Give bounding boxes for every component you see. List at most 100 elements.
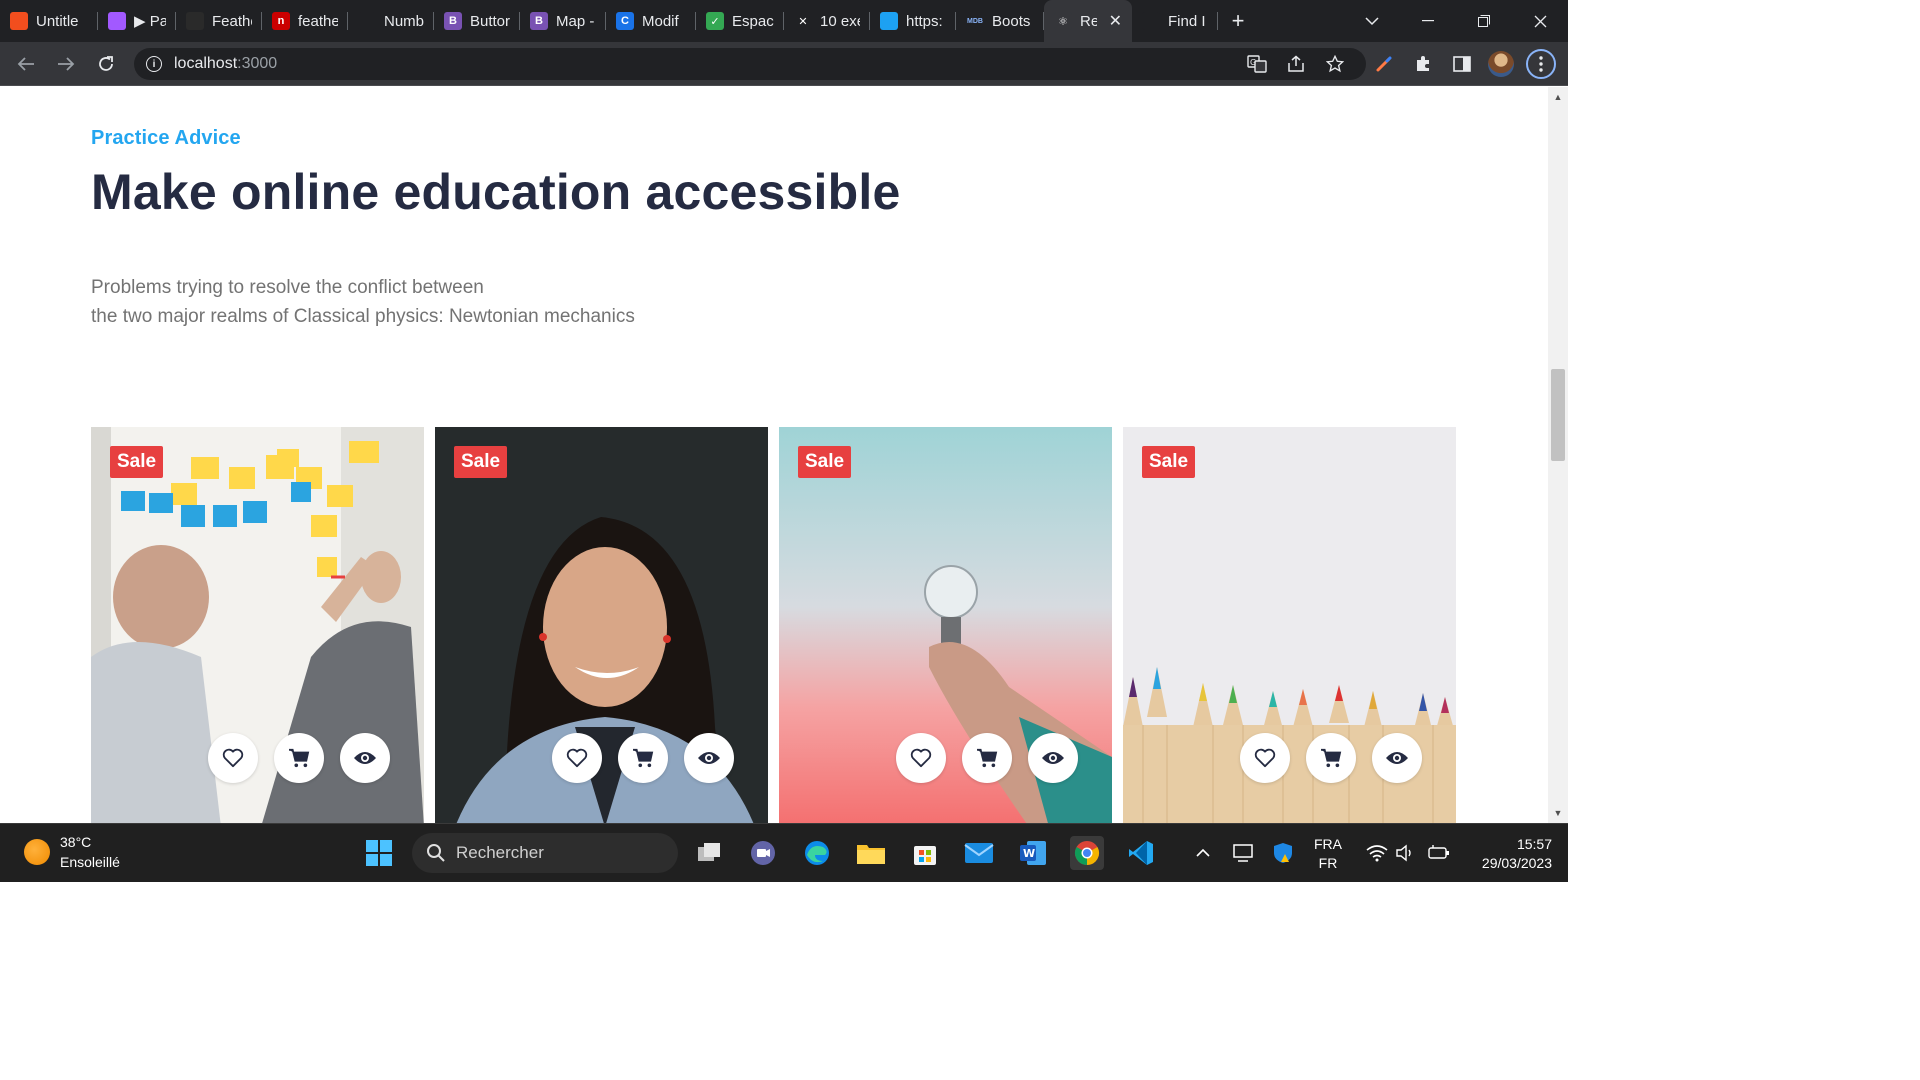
close-window-icon[interactable] — [1524, 0, 1556, 42]
add-to-cart-button[interactable] — [1306, 733, 1356, 783]
browser-tab[interactable]: https: — [870, 0, 956, 42]
quick-view-button[interactable] — [340, 733, 390, 783]
sale-badge: Sale — [798, 446, 852, 478]
browser-tab[interactable]: B Buttor — [434, 0, 520, 42]
forward-arrow-icon[interactable] — [52, 50, 80, 78]
flag-icon — [358, 12, 376, 30]
battery-icon[interactable] — [1422, 836, 1456, 870]
extensions-puzzle-icon[interactable] — [1409, 50, 1437, 78]
volume-icon[interactable] — [1388, 836, 1422, 870]
tab-search-icon[interactable] — [1356, 0, 1388, 42]
tab-title: Buttor — [470, 12, 510, 30]
side-panel-icon[interactable] — [1448, 50, 1476, 78]
minimize-icon[interactable] — [1412, 0, 1444, 42]
scroll-up-arrow-icon[interactable]: ▲ — [1552, 91, 1564, 103]
product-card[interactable]: Sale — [1123, 427, 1456, 823]
scrollbar-thumb[interactable] — [1551, 369, 1565, 461]
clock[interactable]: 15:57 29/03/2023 — [1460, 835, 1552, 873]
card-actions — [896, 733, 1078, 783]
edge-browser-icon[interactable] — [800, 836, 834, 870]
browser-tab[interactable]: Numb — [348, 0, 434, 42]
browser-tab[interactable]: n feathe — [262, 0, 348, 42]
browser-tab[interactable]: ⚛ Re ✕ — [1044, 0, 1132, 42]
browser-tab[interactable]: MDB Boots — [956, 0, 1044, 42]
profile-avatar[interactable] — [1487, 50, 1515, 78]
wishlist-button[interactable] — [1240, 733, 1290, 783]
section-eyebrow: Practice Advice — [91, 127, 241, 149]
browser-tab[interactable]: B Map - — [520, 0, 606, 42]
new-tab-button[interactable]: + — [1218, 0, 1258, 42]
add-to-cart-button[interactable] — [618, 733, 668, 783]
add-to-cart-button[interactable] — [274, 733, 324, 783]
heart-icon — [1254, 748, 1276, 768]
search-placeholder: Rechercher — [456, 843, 544, 862]
svg-text:W: W — [1023, 847, 1035, 860]
browser-menu-icon[interactable] — [1526, 49, 1556, 79]
scroll-down-arrow-icon[interactable]: ▼ — [1552, 807, 1564, 819]
c-icon: C — [616, 12, 634, 30]
url-text[interactable]: localhost:3000 — [174, 55, 277, 73]
chrome-icon[interactable] — [1070, 836, 1104, 870]
address-bar[interactable]: i localhost:3000 — [134, 48, 1366, 80]
cart-icon — [633, 748, 654, 768]
quick-view-button[interactable] — [1372, 733, 1422, 783]
site-info-icon[interactable]: i — [146, 56, 162, 72]
browser-tab[interactable]: Feathe — [176, 0, 262, 42]
browser-tab[interactable]: ✕ 10 exe — [784, 0, 870, 42]
tab-title: Modif — [642, 12, 679, 30]
task-view-icon[interactable] — [692, 836, 726, 870]
vscode-icon[interactable] — [1124, 836, 1158, 870]
tab-title: Numb — [384, 12, 424, 30]
sale-badge: Sale — [1142, 446, 1196, 478]
device-tray-icon[interactable] — [1226, 836, 1260, 870]
wishlist-button[interactable] — [552, 733, 602, 783]
security-shield-icon[interactable] — [1266, 836, 1300, 870]
product-card[interactable]: Sale — [435, 427, 768, 823]
product-card[interactable]: Sale — [91, 427, 424, 823]
word-icon[interactable]: W — [1016, 836, 1050, 870]
wishlist-button[interactable] — [896, 733, 946, 783]
browser-tab[interactable]: ✓ Espac — [696, 0, 784, 42]
tray-chevron-up-icon[interactable] — [1186, 836, 1220, 870]
bookmark-star-icon[interactable] — [1321, 50, 1349, 78]
teams-chat-icon[interactable] — [746, 836, 780, 870]
figma-icon — [108, 12, 126, 30]
browser-tab-strip: Untitle ▶ Pag Feathe nfeathe Numb B Buttor B Map… — [0, 0, 1568, 42]
browser-tab[interactable]: ▶ Pag — [98, 0, 176, 42]
weather-widget[interactable]: 38°C Ensoleillé — [24, 832, 120, 872]
mdb-icon: MDB — [966, 12, 984, 30]
clock-date: 29/03/2023 — [1481, 855, 1552, 871]
product-card[interactable]: Sale — [779, 427, 1112, 823]
browser-toolbar: i localhost:3000 G — [0, 42, 1568, 86]
bootstrap-icon: B — [530, 12, 548, 30]
sale-badge: Sale — [454, 446, 508, 478]
quick-view-button[interactable] — [1028, 733, 1078, 783]
taskbar-search[interactable]: Rechercher — [412, 833, 678, 873]
windows-start-icon[interactable] — [362, 836, 396, 870]
mail-icon[interactable] — [962, 836, 996, 870]
page-scrollbar[interactable]: ▲ ▼ — [1548, 87, 1568, 823]
language-indicator[interactable]: FRA FR — [1306, 835, 1350, 873]
add-to-cart-button[interactable] — [962, 733, 1012, 783]
card-actions — [552, 733, 734, 783]
file-explorer-icon[interactable] — [854, 836, 888, 870]
flag-icon — [1142, 12, 1160, 30]
quick-view-button[interactable] — [684, 733, 734, 783]
browser-tab[interactable]: Untitle — [0, 0, 98, 42]
color-picker-extension-icon[interactable] — [1370, 50, 1398, 78]
restore-icon[interactable] — [1468, 0, 1500, 42]
share-icon[interactable] — [1282, 50, 1310, 78]
react-icon: ⚛ — [1054, 12, 1072, 30]
close-tab-icon[interactable]: ✕ — [1109, 11, 1122, 31]
back-arrow-icon[interactable] — [12, 50, 40, 78]
translate-icon[interactable]: G — [1243, 50, 1271, 78]
section-headline: Make online education accessible — [91, 164, 901, 220]
description-line: Problems trying to resolve the conflict … — [91, 277, 484, 298]
browser-tab[interactable]: Find I — [1132, 0, 1218, 42]
wishlist-button[interactable] — [208, 733, 258, 783]
eye-icon — [354, 752, 376, 764]
microsoft-store-icon[interactable] — [908, 836, 942, 870]
browser-tab[interactable]: C Modif — [606, 0, 696, 42]
cart-icon — [289, 748, 310, 768]
reload-icon[interactable] — [92, 50, 120, 78]
